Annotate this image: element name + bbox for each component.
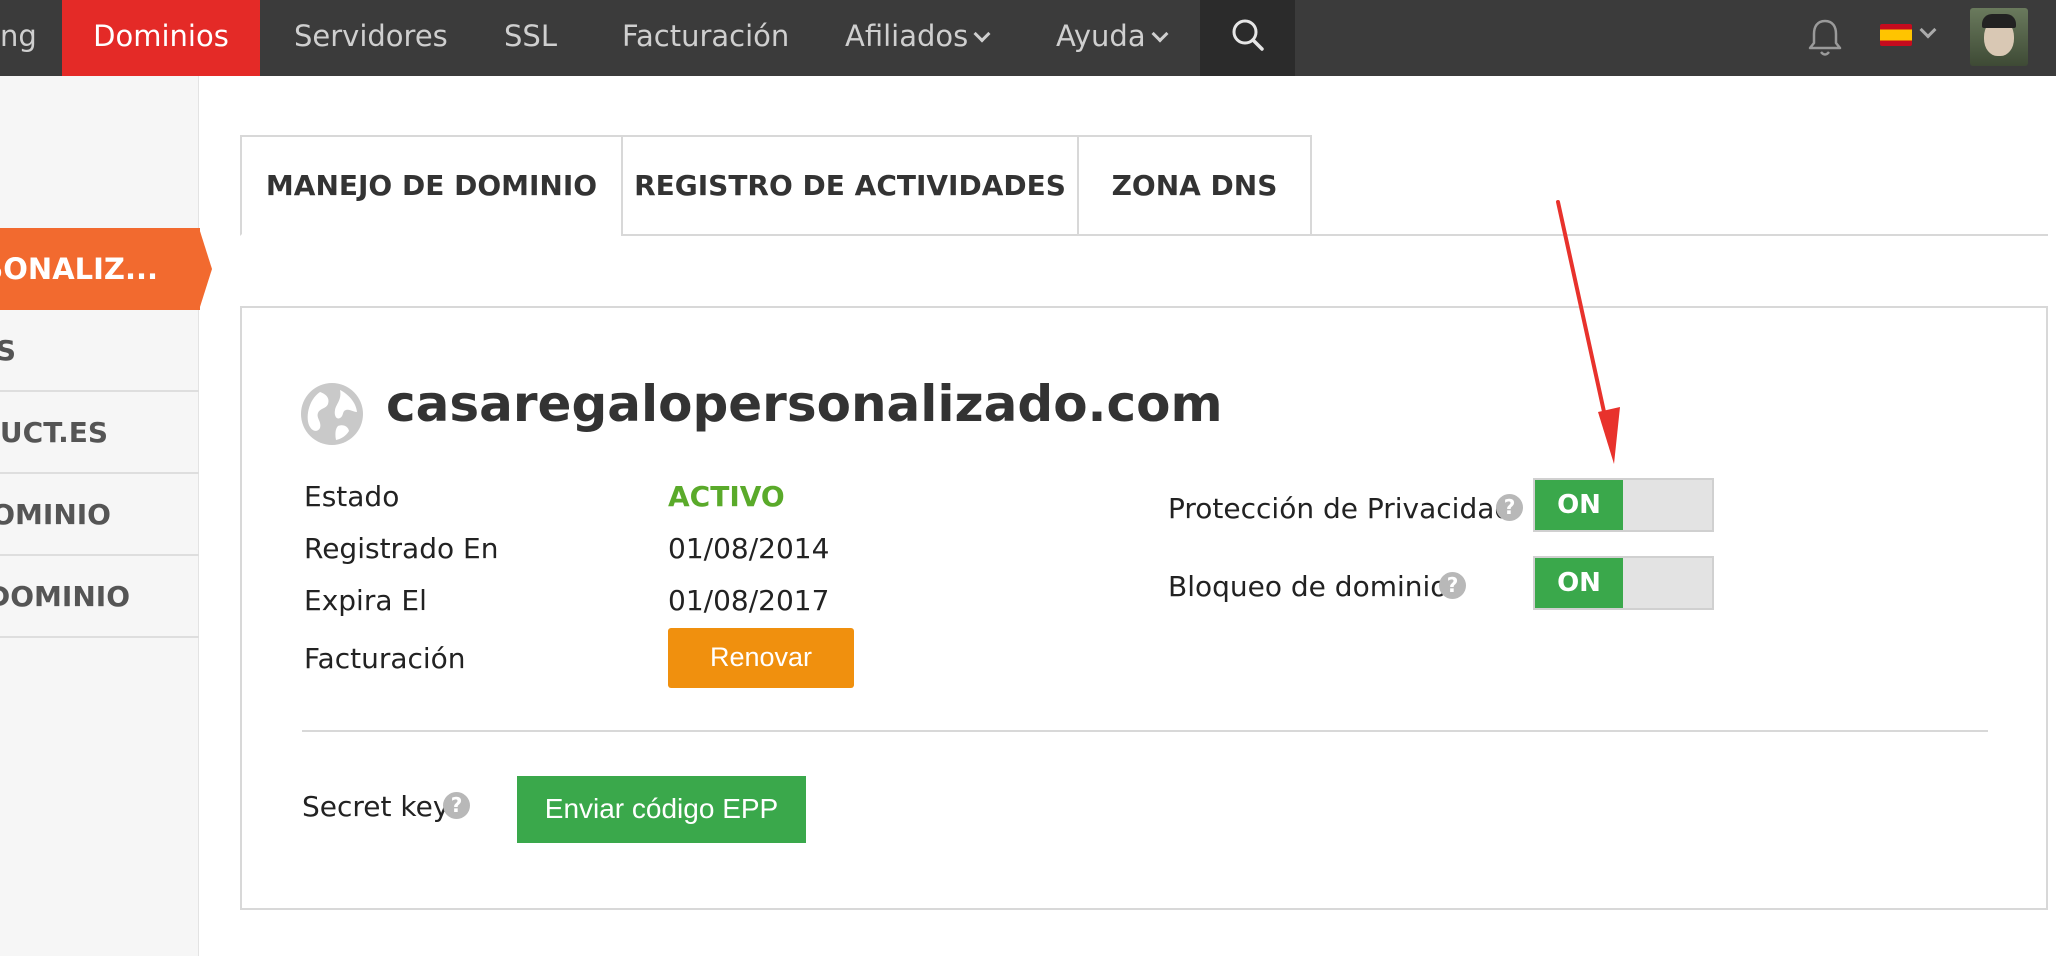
registered-date: 01/08/2014 [668,532,830,565]
privacy-protection-toggle[interactable]: ON [1533,478,1714,532]
sidebar-item-2[interactable]: RUCT.ES [0,392,199,474]
secret-key-label: Secret key [302,790,450,823]
nav-item-partial[interactable]: ng [0,0,37,76]
domain-lock-label: Bloqueo de dominio [1168,570,1448,603]
chevron-down-icon [973,25,991,43]
domain-lock-toggle[interactable]: ON [1533,556,1714,610]
nav-item-afiliados-label: Afiliados [845,19,969,53]
field-label-expira: Expira El [304,584,427,617]
sidebar-item-3[interactable]: OMINIO [0,474,199,556]
top-navbar: ng Dominios Servidores SSL Facturación A… [0,0,2056,76]
nav-item-ayuda[interactable]: Ayuda [1056,0,1169,76]
toggle-on-label: ON [1535,558,1623,608]
globe-icon [301,383,363,445]
field-label-registrado: Registrado En [304,532,499,565]
tab-zona-dns[interactable]: ZONA DNS [1077,135,1312,236]
search-button[interactable] [1200,0,1295,76]
sidebar-item-1[interactable]: S [0,310,199,392]
sidebar-item-label: OMINIO [0,498,111,531]
privacy-protection-label: Protección de Privacidad [1168,492,1513,525]
sidebar-active-pointer [199,228,212,310]
nav-item-afiliados[interactable]: Afiliados [845,0,991,76]
help-icon[interactable]: ? [443,792,470,819]
tab-registro-de-actividades[interactable]: REGISTRO DE ACTIVIDADES [621,135,1079,236]
nav-item-ssl[interactable]: SSL [504,0,557,76]
domain-name-heading: casaregalopersonalizado.com [386,375,1223,433]
nav-item-dominios[interactable]: Dominios [62,0,260,76]
sidebar-item-label: DOMINIO [0,580,130,613]
help-icon[interactable]: ? [1496,494,1523,521]
expiry-date: 01/08/2017 [668,584,830,617]
nav-item-ayuda-label: Ayuda [1056,19,1146,53]
avatar[interactable] [1970,8,2028,66]
sidebar-item-active-label: RSONALIZ... [0,252,158,286]
field-label-facturacion: Facturación [304,642,466,675]
sidebar-item-label: RUCT.ES [0,416,108,449]
sidebar-item-4[interactable]: DOMINIO [0,556,199,638]
avatar-hair [1982,14,2016,28]
help-icon[interactable]: ? [1439,572,1466,599]
nav-item-servidores[interactable]: Servidores [294,0,448,76]
nav-item-facturacion[interactable]: Facturación [622,0,789,76]
toggle-on-label: ON [1535,480,1623,530]
sidebar-item-active[interactable]: RSONALIZ... [0,228,200,310]
send-epp-code-button[interactable]: Enviar código EPP [517,776,806,843]
sidebar-item-label: S [0,310,16,390]
chevron-down-icon[interactable] [1919,21,1937,39]
spain-flag-icon[interactable] [1880,24,1912,46]
search-icon [1232,19,1264,51]
section-divider [302,730,1988,732]
field-label-estado: Estado [304,480,400,513]
tab-manejo-de-dominio[interactable]: MANEJO DE DOMINIO [240,135,623,236]
bell-icon[interactable] [1805,16,1845,60]
status-badge: ACTIVO [668,480,785,513]
annotation-arrow [1556,200,1620,464]
chevron-down-icon [1151,25,1169,43]
renew-button[interactable]: Renovar [668,628,854,688]
